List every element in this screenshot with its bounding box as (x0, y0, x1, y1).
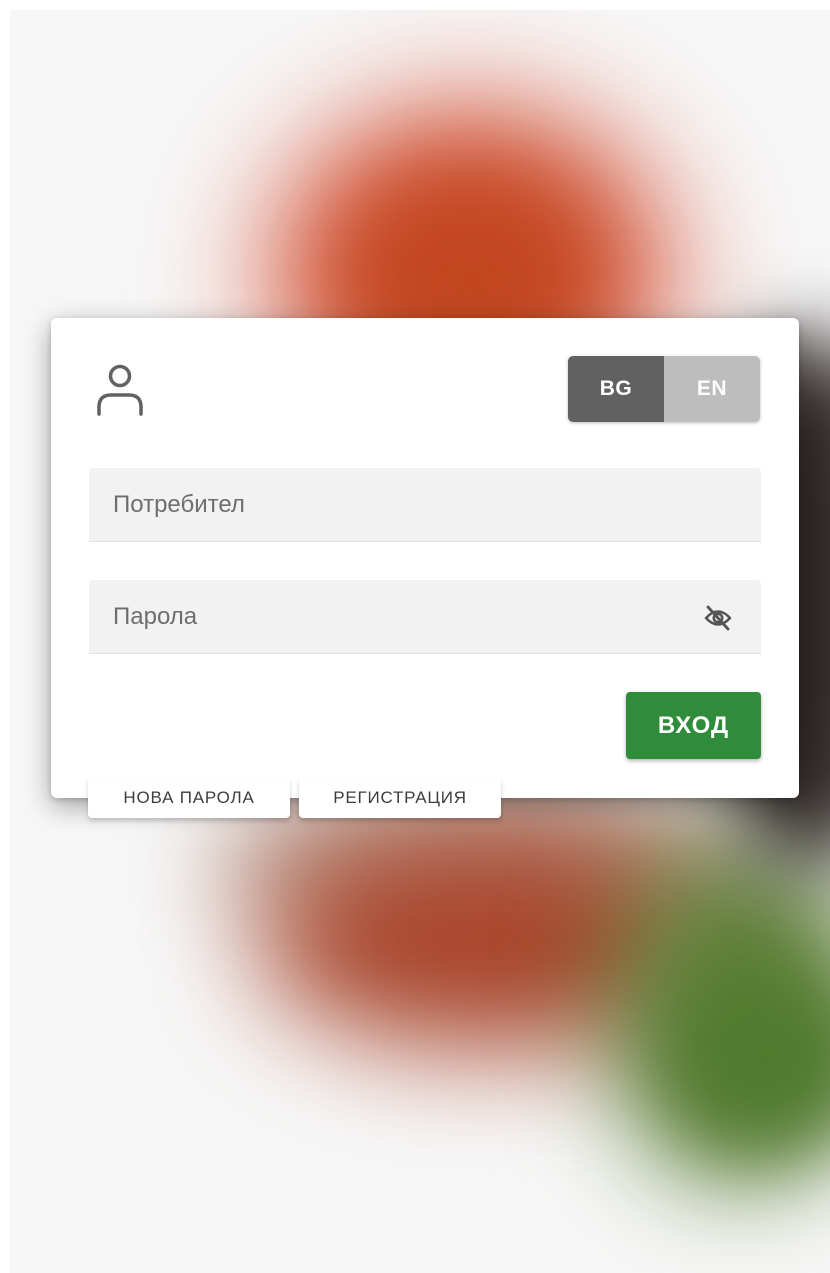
password-field (89, 580, 761, 654)
language-option-bg[interactable]: BG (568, 356, 664, 422)
language-option-en[interactable]: EN (664, 356, 760, 422)
login-card: BG EN ВХОД (51, 318, 799, 798)
username-field (89, 468, 761, 542)
user-icon (97, 364, 143, 416)
password-input[interactable] (89, 580, 761, 653)
new-password-link[interactable]: НОВА ПАРОЛА (88, 778, 290, 818)
username-input[interactable] (89, 468, 761, 541)
register-link[interactable]: РЕГИСТРАЦИЯ (299, 778, 501, 818)
language-switch: BG EN (568, 356, 760, 422)
eye-off-icon[interactable] (703, 604, 733, 632)
login-button[interactable]: ВХОД (626, 692, 761, 759)
